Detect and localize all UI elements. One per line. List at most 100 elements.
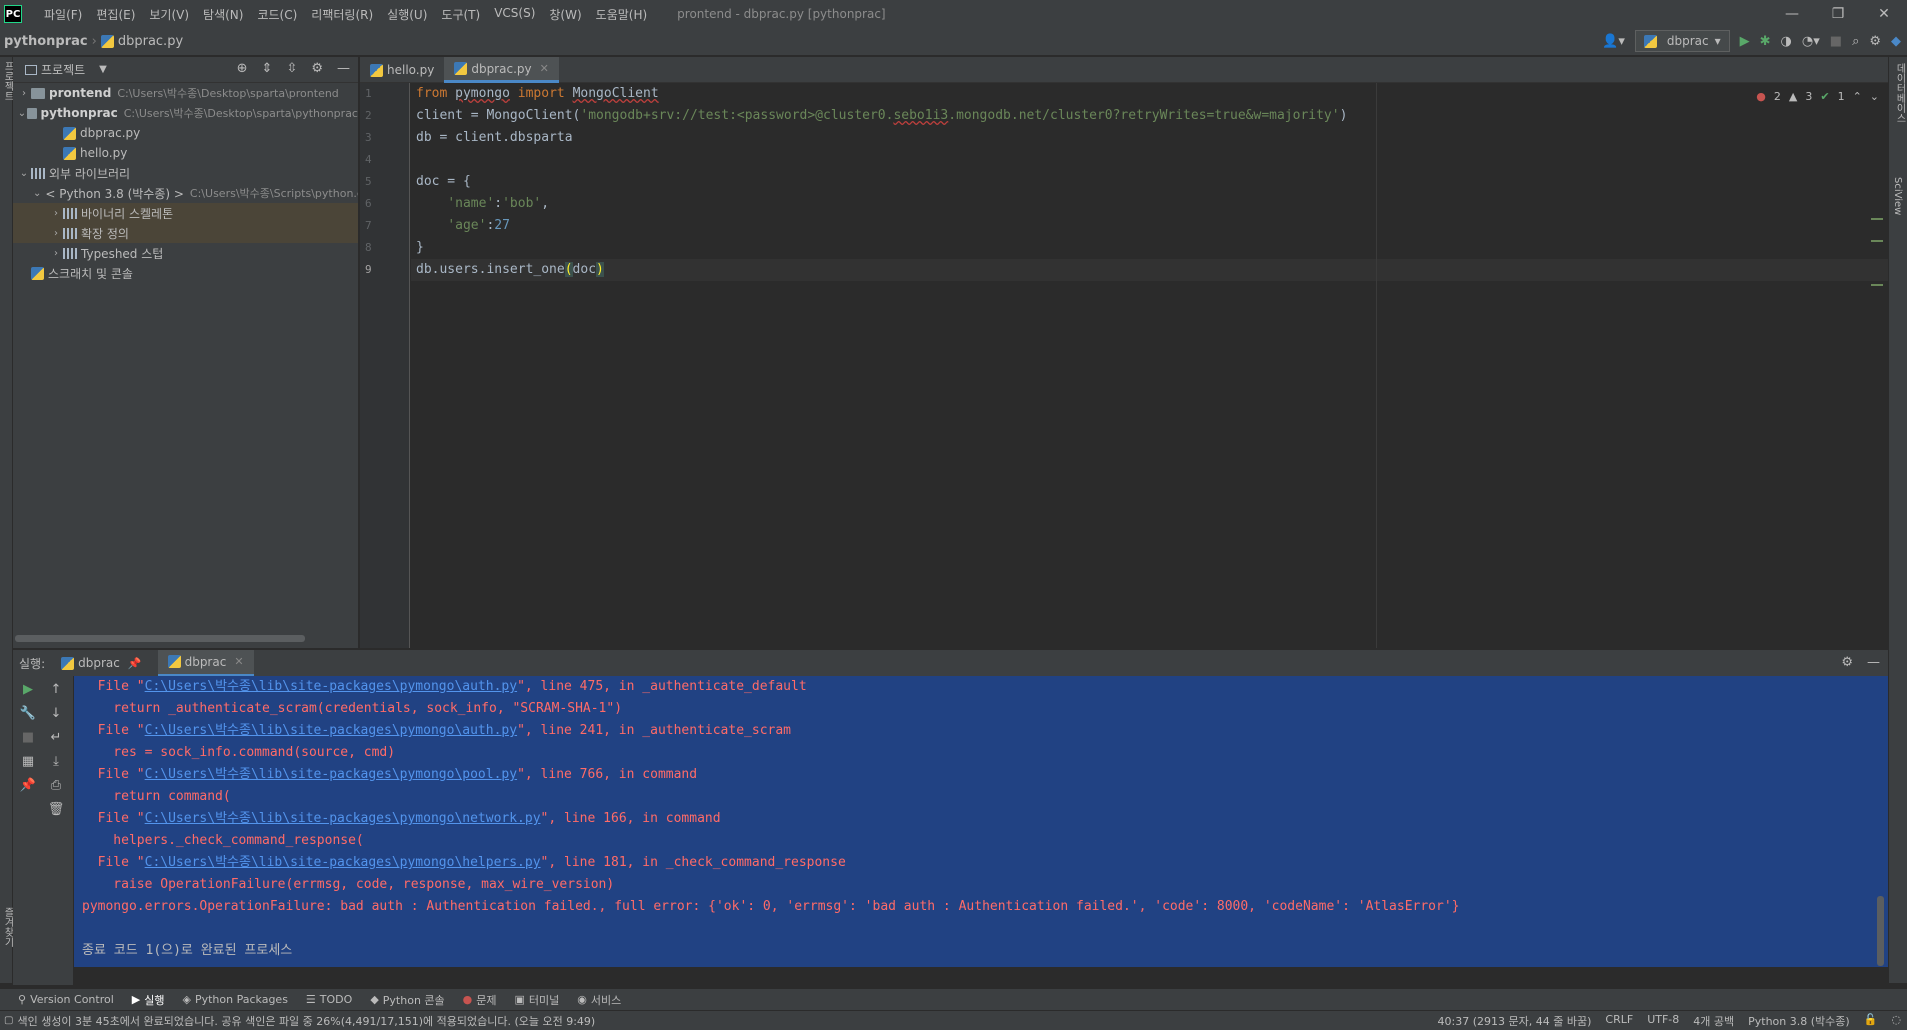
ide-update-icon[interactable]: ◆ bbox=[1891, 34, 1901, 49]
sciview-tool-window-label[interactable]: SciView bbox=[1892, 177, 1903, 215]
soft-wrap-icon[interactable]: ↵ bbox=[51, 730, 62, 745]
tree-item[interactable]: ⌄ 외부 라이브러리 bbox=[13, 163, 358, 183]
tool-window-button[interactable]: ▶ 실행 bbox=[132, 992, 165, 1008]
tool-window-button[interactable]: ☰ TODO bbox=[306, 993, 352, 1006]
menu-item[interactable]: 코드(C) bbox=[257, 6, 297, 23]
chevron-icon[interactable]: › bbox=[49, 248, 63, 259]
console-file-link[interactable]: C:\Users\박수종\lib\site-packages\pymongo\p… bbox=[145, 767, 517, 782]
console-file-link[interactable]: C:\Users\박수종\lib\site-packages\pymongo\a… bbox=[145, 723, 517, 738]
menu-item[interactable]: 도움말(H) bbox=[596, 6, 648, 23]
tool-window-button[interactable]: ◉ 서비스 bbox=[577, 992, 621, 1008]
horizontal-scrollbar[interactable] bbox=[15, 635, 305, 642]
run-icon[interactable]: ▶ bbox=[1740, 34, 1750, 49]
editor-tab[interactable]: hello.py bbox=[360, 57, 444, 83]
scroll-to-end-icon[interactable]: ⤓ bbox=[53, 754, 59, 769]
tree-item[interactable]: ⌄ pythonprac C:\Users\박수종\Desktop\sparta\p… bbox=[13, 103, 358, 123]
tree-item[interactable]: › 확장 정의 bbox=[13, 223, 358, 243]
caret-position[interactable]: 40:37 (2913 문자, 44 줄 바꿈) bbox=[1438, 1013, 1592, 1029]
debug-icon[interactable]: ✱ bbox=[1760, 34, 1771, 49]
tree-item[interactable]: dbprac.py bbox=[13, 123, 358, 143]
error-stripe-mark[interactable] bbox=[1871, 218, 1883, 220]
minimize-icon[interactable]: — bbox=[1769, 0, 1815, 28]
profile-icon[interactable]: ◔▾ bbox=[1802, 34, 1820, 49]
status-message[interactable]: 색인 생성이 3분 45초에서 완료되었습니다. 공유 색인은 파일 중 26%… bbox=[17, 1013, 595, 1029]
locate-icon[interactable]: ⊕ bbox=[237, 61, 248, 76]
expand-all-icon[interactable]: ⇕ bbox=[262, 61, 273, 76]
console-file-link[interactable]: C:\Users\박수종\lib\site-packages\pymongo\n… bbox=[145, 811, 541, 826]
hide-icon[interactable]: — bbox=[337, 61, 350, 76]
project-panel-title[interactable]: 프로젝트 bbox=[41, 61, 85, 78]
run-tab[interactable]: dbprac ✕ bbox=[157, 649, 254, 677]
chevron-icon[interactable]: ⌄ bbox=[33, 188, 41, 199]
next-highlight-icon[interactable]: ⌄ bbox=[1870, 90, 1879, 103]
menu-item[interactable]: 실행(U) bbox=[387, 6, 427, 23]
chevron-icon[interactable]: ⌄ bbox=[17, 108, 27, 119]
code-editor[interactable]: from pymongo import MongoClient client =… bbox=[411, 83, 1888, 648]
close-tab-icon[interactable]: ✕ bbox=[540, 62, 549, 75]
trash-icon[interactable]: 🗑 bbox=[48, 802, 65, 817]
user-icon[interactable]: 👤▾ bbox=[1602, 34, 1625, 49]
coverage-icon[interactable]: ◑ bbox=[1781, 34, 1792, 49]
database-tool-window-label[interactable]: 데이터베이스 bbox=[1892, 63, 1907, 123]
inspection-widget[interactable]: ● 2 ▲ 3 ✔ 1 ⌃ ⌄ bbox=[1756, 90, 1879, 103]
arrow-up-icon[interactable]: ↑ bbox=[51, 682, 62, 697]
error-stripe-mark[interactable] bbox=[1871, 284, 1883, 286]
console-output[interactable]: File "C:\Users\박수종\lib\site-packages\pym… bbox=[74, 676, 1888, 967]
close-tab-icon[interactable]: ✕ bbox=[234, 655, 243, 668]
close-icon[interactable]: ✕ bbox=[1861, 0, 1907, 28]
chevron-icon[interactable]: › bbox=[17, 88, 31, 99]
lock-icon[interactable]: 🔓 bbox=[1864, 1013, 1878, 1029]
line-separator[interactable]: CRLF bbox=[1605, 1013, 1633, 1029]
layout-icon[interactable]: ▦ bbox=[22, 754, 34, 769]
tree-item[interactable]: › 바이너리 스켈레톤 bbox=[13, 203, 358, 223]
menu-item[interactable]: 보기(V) bbox=[149, 6, 189, 23]
arrow-down-icon[interactable]: ↓ bbox=[51, 706, 62, 721]
chevron-down-icon[interactable]: ▼ bbox=[99, 64, 107, 75]
layout-toggle-icon[interactable]: ▢ bbox=[4, 1015, 13, 1026]
tool-window-button[interactable]: ● 문제 bbox=[463, 992, 497, 1008]
file-encoding[interactable]: UTF-8 bbox=[1647, 1013, 1679, 1029]
pin-icon[interactable]: 📌 bbox=[128, 657, 142, 670]
menu-item[interactable]: 파일(F) bbox=[44, 6, 82, 23]
event-log-icon[interactable]: ◌ bbox=[1891, 1013, 1901, 1029]
console-file-link[interactable]: C:\Users\박수종\lib\site-packages\pymongo\a… bbox=[145, 679, 517, 694]
rerun-icon[interactable]: ▶ bbox=[23, 682, 33, 697]
chevron-icon[interactable]: › bbox=[49, 208, 63, 219]
tool-window-button[interactable]: ◈ Python Packages bbox=[183, 993, 288, 1006]
tool-window-button[interactable]: ▣ 터미널 bbox=[515, 992, 560, 1008]
stop-icon[interactable]: ■ bbox=[22, 730, 34, 745]
print-icon[interactable]: ⎙ bbox=[51, 778, 61, 793]
pin-icon[interactable]: 📌 bbox=[20, 778, 36, 793]
wrench-icon[interactable]: 🔧 bbox=[20, 706, 36, 721]
tree-item[interactable]: hello.py bbox=[13, 143, 358, 163]
tree-item[interactable]: ⌄ < Python 3.8 (박수종) > C:\Users\박수종\Script… bbox=[13, 183, 358, 203]
error-stripe-mark[interactable] bbox=[1871, 240, 1883, 242]
editor-tab[interactable]: dbprac.py ✕ bbox=[444, 57, 559, 83]
indent-setting[interactable]: 4개 공백 bbox=[1693, 1013, 1734, 1029]
run-configuration-select[interactable]: dbprac ▾ bbox=[1634, 30, 1730, 52]
python-interpreter[interactable]: Python 3.8 (박수종) bbox=[1748, 1013, 1850, 1029]
search-icon[interactable]: ⌕ bbox=[1852, 34, 1859, 49]
stop-icon[interactable]: ■ bbox=[1830, 34, 1842, 49]
console-file-link[interactable]: C:\Users\박수종\lib\site-packages\pymongo\h… bbox=[145, 855, 541, 870]
chevron-icon[interactable]: ⌄ bbox=[17, 168, 31, 179]
settings-icon[interactable]: ⚙ bbox=[1869, 34, 1881, 49]
breadcrumb-file[interactable]: dbprac.py bbox=[118, 34, 183, 49]
tree-item[interactable]: › Typeshed 스텁 bbox=[13, 243, 358, 263]
menu-item[interactable]: 리팩터링(R) bbox=[311, 6, 373, 23]
collapse-all-icon[interactable]: ⇳ bbox=[286, 61, 297, 76]
tree-item[interactable]: 스크래치 및 콘솔 bbox=[13, 263, 358, 283]
gear-icon[interactable]: ⚙ bbox=[311, 61, 323, 76]
vertical-scrollbar[interactable] bbox=[1877, 896, 1884, 966]
gear-icon[interactable]: ⚙ bbox=[1841, 655, 1853, 670]
tree-item[interactable]: › prontend C:\Users\박수종\Desktop\sparta\pro… bbox=[13, 83, 358, 103]
previous-highlight-icon[interactable]: ⌃ bbox=[1853, 90, 1862, 103]
run-tab[interactable]: dbprac 📌 bbox=[51, 650, 151, 677]
menu-item[interactable]: 창(W) bbox=[549, 6, 581, 23]
menu-item[interactable]: 탐색(N) bbox=[203, 6, 243, 23]
restore-icon[interactable]: ❐ bbox=[1815, 0, 1861, 28]
breadcrumb-project[interactable]: pythonprac bbox=[4, 34, 88, 49]
hide-icon[interactable]: — bbox=[1867, 655, 1880, 670]
menu-item[interactable]: VCS(S) bbox=[494, 6, 535, 23]
chevron-icon[interactable]: › bbox=[49, 228, 63, 239]
